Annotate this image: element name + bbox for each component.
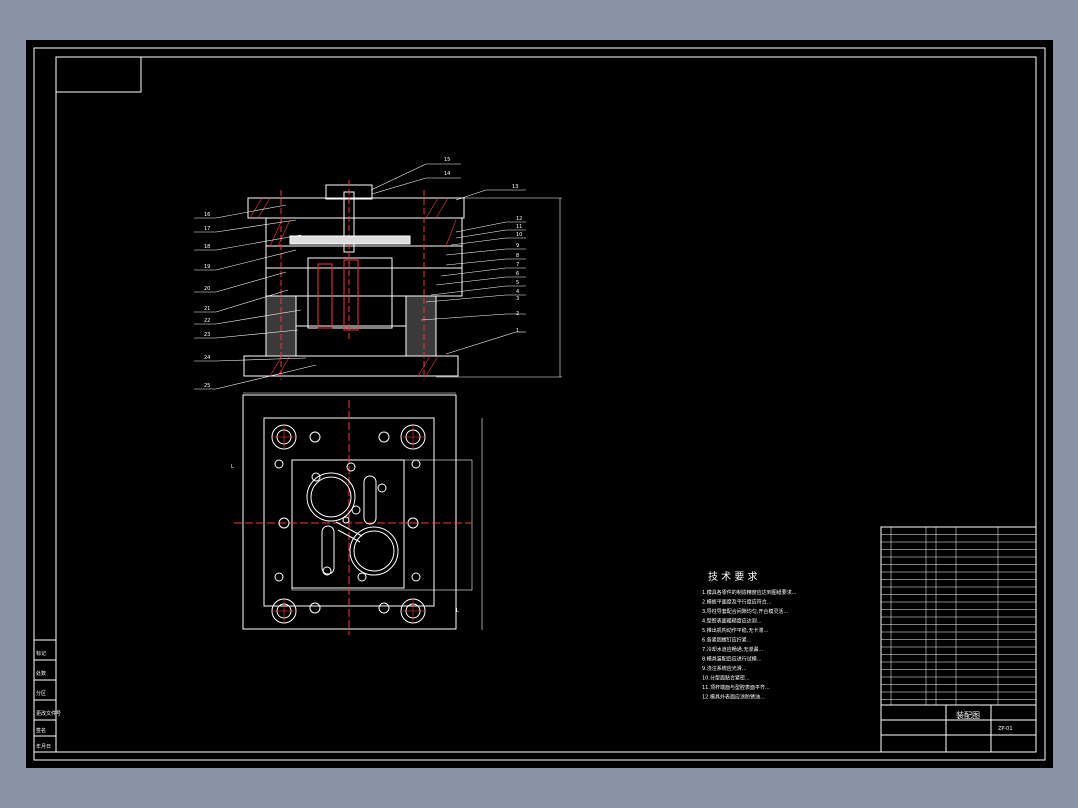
- strip-label-4: 签名: [36, 727, 46, 734]
- callout-20: 20: [204, 286, 210, 292]
- tech-title: 技 术 要 求: [708, 570, 758, 583]
- tech-line: 10.分型面贴合紧密...: [702, 675, 750, 682]
- tech-line: 11.顶杆端面与型腔表面平齐...: [702, 684, 770, 691]
- left-revision-strip: 标记 处数 分区 更改文件号 签名 年月日: [33, 639, 61, 753]
- sheet-outer-border: [33, 47, 1046, 761]
- callout-10: 10: [516, 232, 522, 238]
- sheet-inner-border: [55, 56, 1037, 753]
- svg-text:L: L: [456, 608, 459, 614]
- tech-line: 3.导柱导套配合间隙均匀,开合模灵活...: [702, 608, 789, 615]
- tech-line: 5.推出机构动作平稳,无卡滞...: [702, 627, 769, 634]
- callout-2: 2: [516, 311, 519, 317]
- callout-11: 11: [516, 224, 522, 230]
- cad-viewport[interactable]: 标记 处数 分区 更改文件号 签名 年月日 16 17 18 19 20 21 …: [26, 40, 1053, 768]
- assembly-drawing: 标记 处数 分区 更改文件号 签名 年月日 16 17 18 19 20 21 …: [33, 47, 1046, 761]
- title-block-area: 装配图 ZP-01: [880, 526, 1037, 753]
- strip-label-5: 年月日: [36, 743, 51, 750]
- code-box: [55, 56, 142, 93]
- tech-line: 8.模具装配后应进行试模...: [702, 656, 762, 663]
- callout-5: 5: [516, 280, 519, 286]
- callout-6: 6: [516, 271, 519, 277]
- callout-13: 13: [512, 184, 518, 190]
- callout-7: 7: [516, 262, 519, 268]
- strip-label-3: 更改文件号: [36, 710, 61, 717]
- callout-4: 4: [516, 289, 519, 295]
- tech-line: 4.型腔表面粗糙度应达到...: [702, 618, 762, 625]
- tech-line: 2.模板平面度及平行度应符合...: [702, 599, 772, 606]
- strip-label-0: 标记: [36, 650, 46, 657]
- svg-text:L: L: [231, 464, 234, 470]
- callout-16: 16: [204, 212, 210, 218]
- technical-requirements: 技 术 要 求 1.模具各零件的制造精度应达到图纸要求... 2.模板平面度及平行…: [702, 570, 797, 701]
- tech-line: 7.冷却水道应畅通,无渗漏...: [702, 646, 764, 653]
- callout-12: 12: [516, 216, 522, 222]
- callout-19: 19: [204, 264, 210, 270]
- callout-23: 23: [204, 332, 210, 338]
- callout-3: 3: [516, 296, 519, 302]
- tech-line: 6.各紧固螺钉应拧紧...: [702, 637, 752, 644]
- callout-9: 9: [516, 243, 519, 249]
- callout-1: 1: [516, 328, 519, 334]
- strip-label-2: 分区: [36, 690, 46, 697]
- callout-18: 18: [204, 244, 210, 250]
- callout-17: 17: [204, 226, 210, 232]
- strip-label-1: 处数: [36, 670, 46, 677]
- callout-24: 24: [204, 355, 210, 361]
- callout-21: 21: [204, 306, 210, 312]
- tech-line: 9.浇注系统应光滑...: [702, 665, 747, 672]
- plan-view: L L: [231, 392, 483, 635]
- callout-22: 22: [204, 318, 210, 324]
- callout-8: 8: [516, 253, 519, 259]
- callout-15: 15: [444, 157, 450, 163]
- title-block-drawing-no: ZP-01: [998, 726, 1013, 732]
- callout-25: 25: [204, 383, 210, 389]
- section-view: 16 17 18 19 20 21 22 23 24 25 15 14 13 1…: [194, 157, 562, 390]
- tech-line: 12.模具外表面应涂防锈油...: [702, 694, 765, 701]
- callout-14: 14: [444, 171, 450, 177]
- tech-line: 1.模具各零件的制造精度应达到图纸要求...: [702, 589, 797, 596]
- title-block-name: 装配图: [956, 710, 980, 720]
